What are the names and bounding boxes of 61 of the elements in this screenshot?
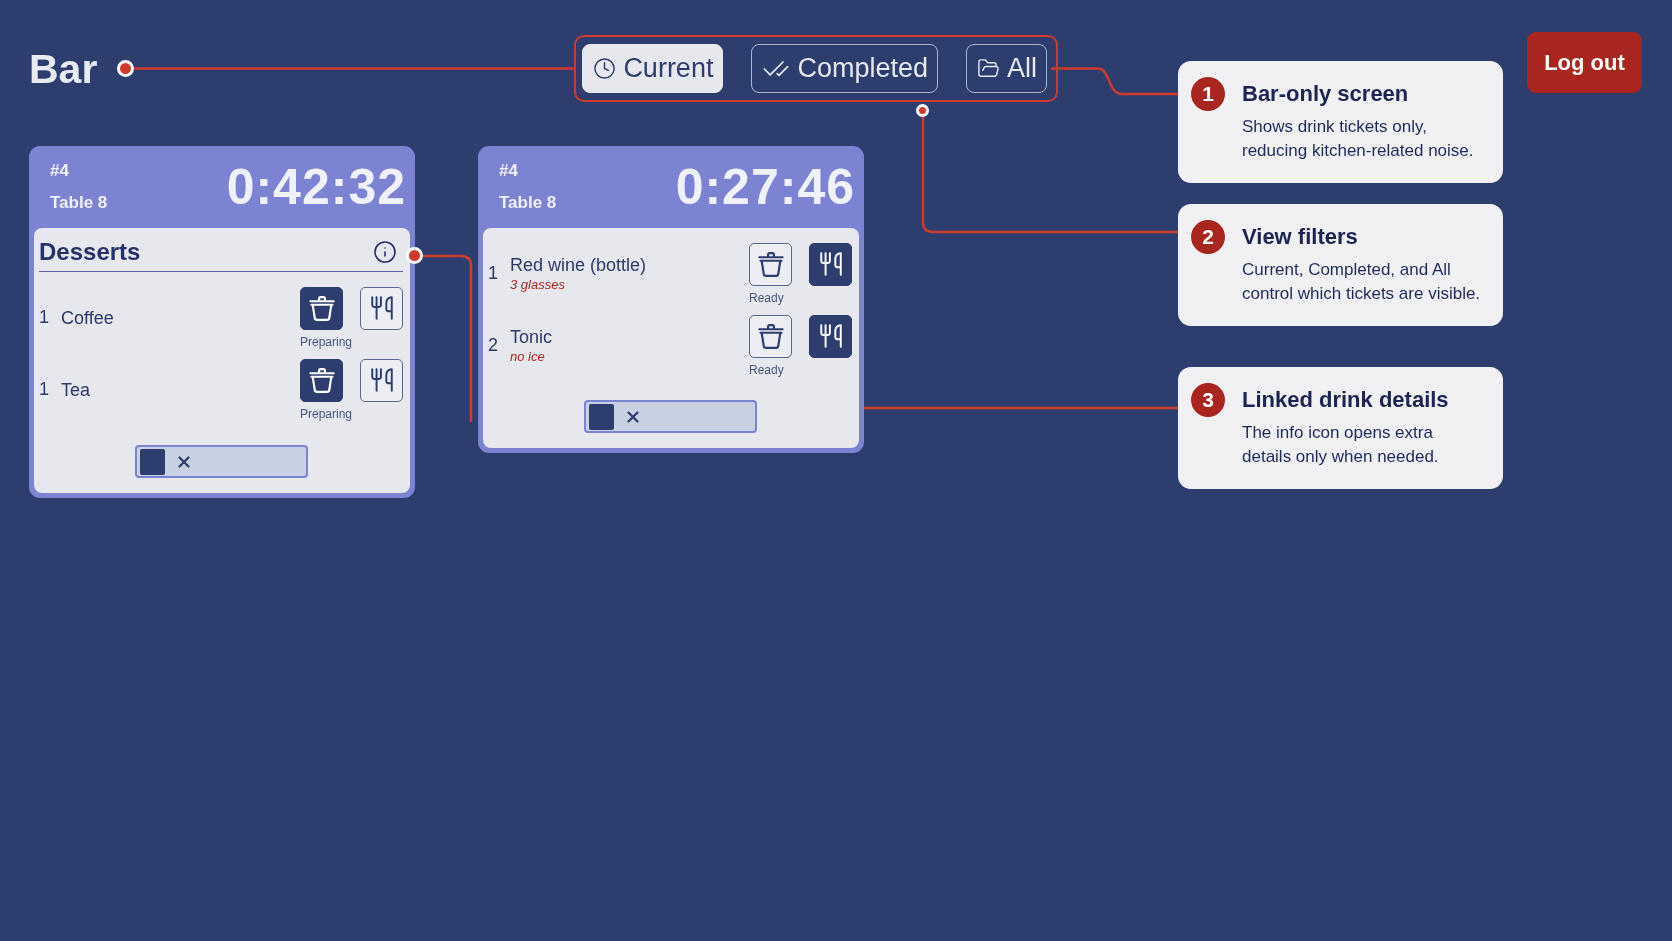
fork-knife-icon — [368, 295, 395, 321]
annotation-title: Linked drink details — [1242, 386, 1450, 414]
toggle-switch[interactable] — [583, 400, 757, 433]
fork-knife-icon — [368, 367, 395, 393]
status-label: Preparing — [300, 406, 353, 421]
clock-icon — [593, 57, 617, 80]
status-label: Ready — [749, 362, 784, 377]
annotation-text: Current, Completed, and All control which tickets are visible. — [1242, 259, 1482, 305]
annotation-text: The info icon opens extra details only when needed. — [1242, 422, 1440, 468]
marker-dot-icon — [117, 60, 135, 77]
item-quantity: 1 — [488, 263, 499, 284]
table-label: Table 8 — [499, 193, 557, 213]
filter-tab[interactable]: Completed — [751, 44, 938, 93]
item-name: Tonic — [510, 326, 553, 348]
logout-button[interactable]: Log out — [1527, 32, 1642, 93]
ticket-timer: 0:27:46 — [675, 159, 855, 215]
cooking-pot-icon — [757, 323, 784, 349]
pot-button[interactable] — [749, 314, 792, 358]
ticket-number: #4 — [499, 161, 518, 181]
cooking-pot-icon — [308, 367, 335, 393]
filter-tab[interactable]: Current — [582, 44, 724, 93]
utensils-button[interactable] — [360, 286, 403, 330]
item-quantity: 1 — [39, 379, 50, 400]
app-title: Bar — [29, 44, 98, 93]
annotation-title: Bar-only screen — [1242, 80, 1410, 108]
item-note: 3 glasses — [510, 277, 565, 293]
folder-icon — [977, 57, 1000, 80]
item-quantity: 1 — [39, 307, 50, 328]
item-name: Tea — [61, 378, 91, 401]
table-label: Table 8 — [50, 193, 108, 213]
info-icon[interactable] — [373, 239, 397, 264]
pot-button[interactable] — [300, 358, 343, 402]
step-number-badge: 3 — [1191, 383, 1225, 417]
ticket-timer: 0:42:32 — [226, 159, 406, 215]
switch-thumb[interactable] — [139, 448, 165, 475]
fork-knife-icon — [817, 251, 844, 277]
switch-thumb[interactable] — [588, 403, 614, 430]
utensils-button[interactable] — [809, 242, 852, 286]
cooking-pot-icon — [757, 251, 784, 277]
annotation-title: View filters — [1242, 223, 1359, 251]
status-label: Ready — [749, 290, 784, 305]
utensils-button[interactable] — [809, 314, 852, 358]
filter-tab[interactable]: All — [966, 44, 1047, 93]
marker-dot-icon — [916, 104, 930, 117]
cooking-pot-icon — [308, 295, 335, 321]
status-label: Preparing — [300, 334, 353, 349]
item-name: Red wine (bottle) — [510, 254, 647, 276]
step-number-badge: 2 — [1191, 220, 1225, 254]
pot-button[interactable] — [300, 286, 343, 330]
ticket-number: #4 — [50, 161, 69, 181]
annotation-text: Shows drink tickets only, reducing kitchen-related noise. — [1242, 116, 1475, 162]
pot-button[interactable] — [749, 242, 792, 286]
item-note: no ice — [510, 349, 545, 365]
item-name: Coffee — [61, 306, 114, 329]
fork-knife-icon — [817, 323, 844, 349]
item-quantity: 2 — [488, 335, 499, 356]
utensils-button[interactable] — [360, 358, 403, 402]
step-number-badge: 1 — [1191, 77, 1225, 111]
toggle-switch[interactable] — [134, 445, 308, 478]
category-title: Desserts — [39, 237, 141, 266]
marker-dot-icon — [406, 247, 423, 264]
